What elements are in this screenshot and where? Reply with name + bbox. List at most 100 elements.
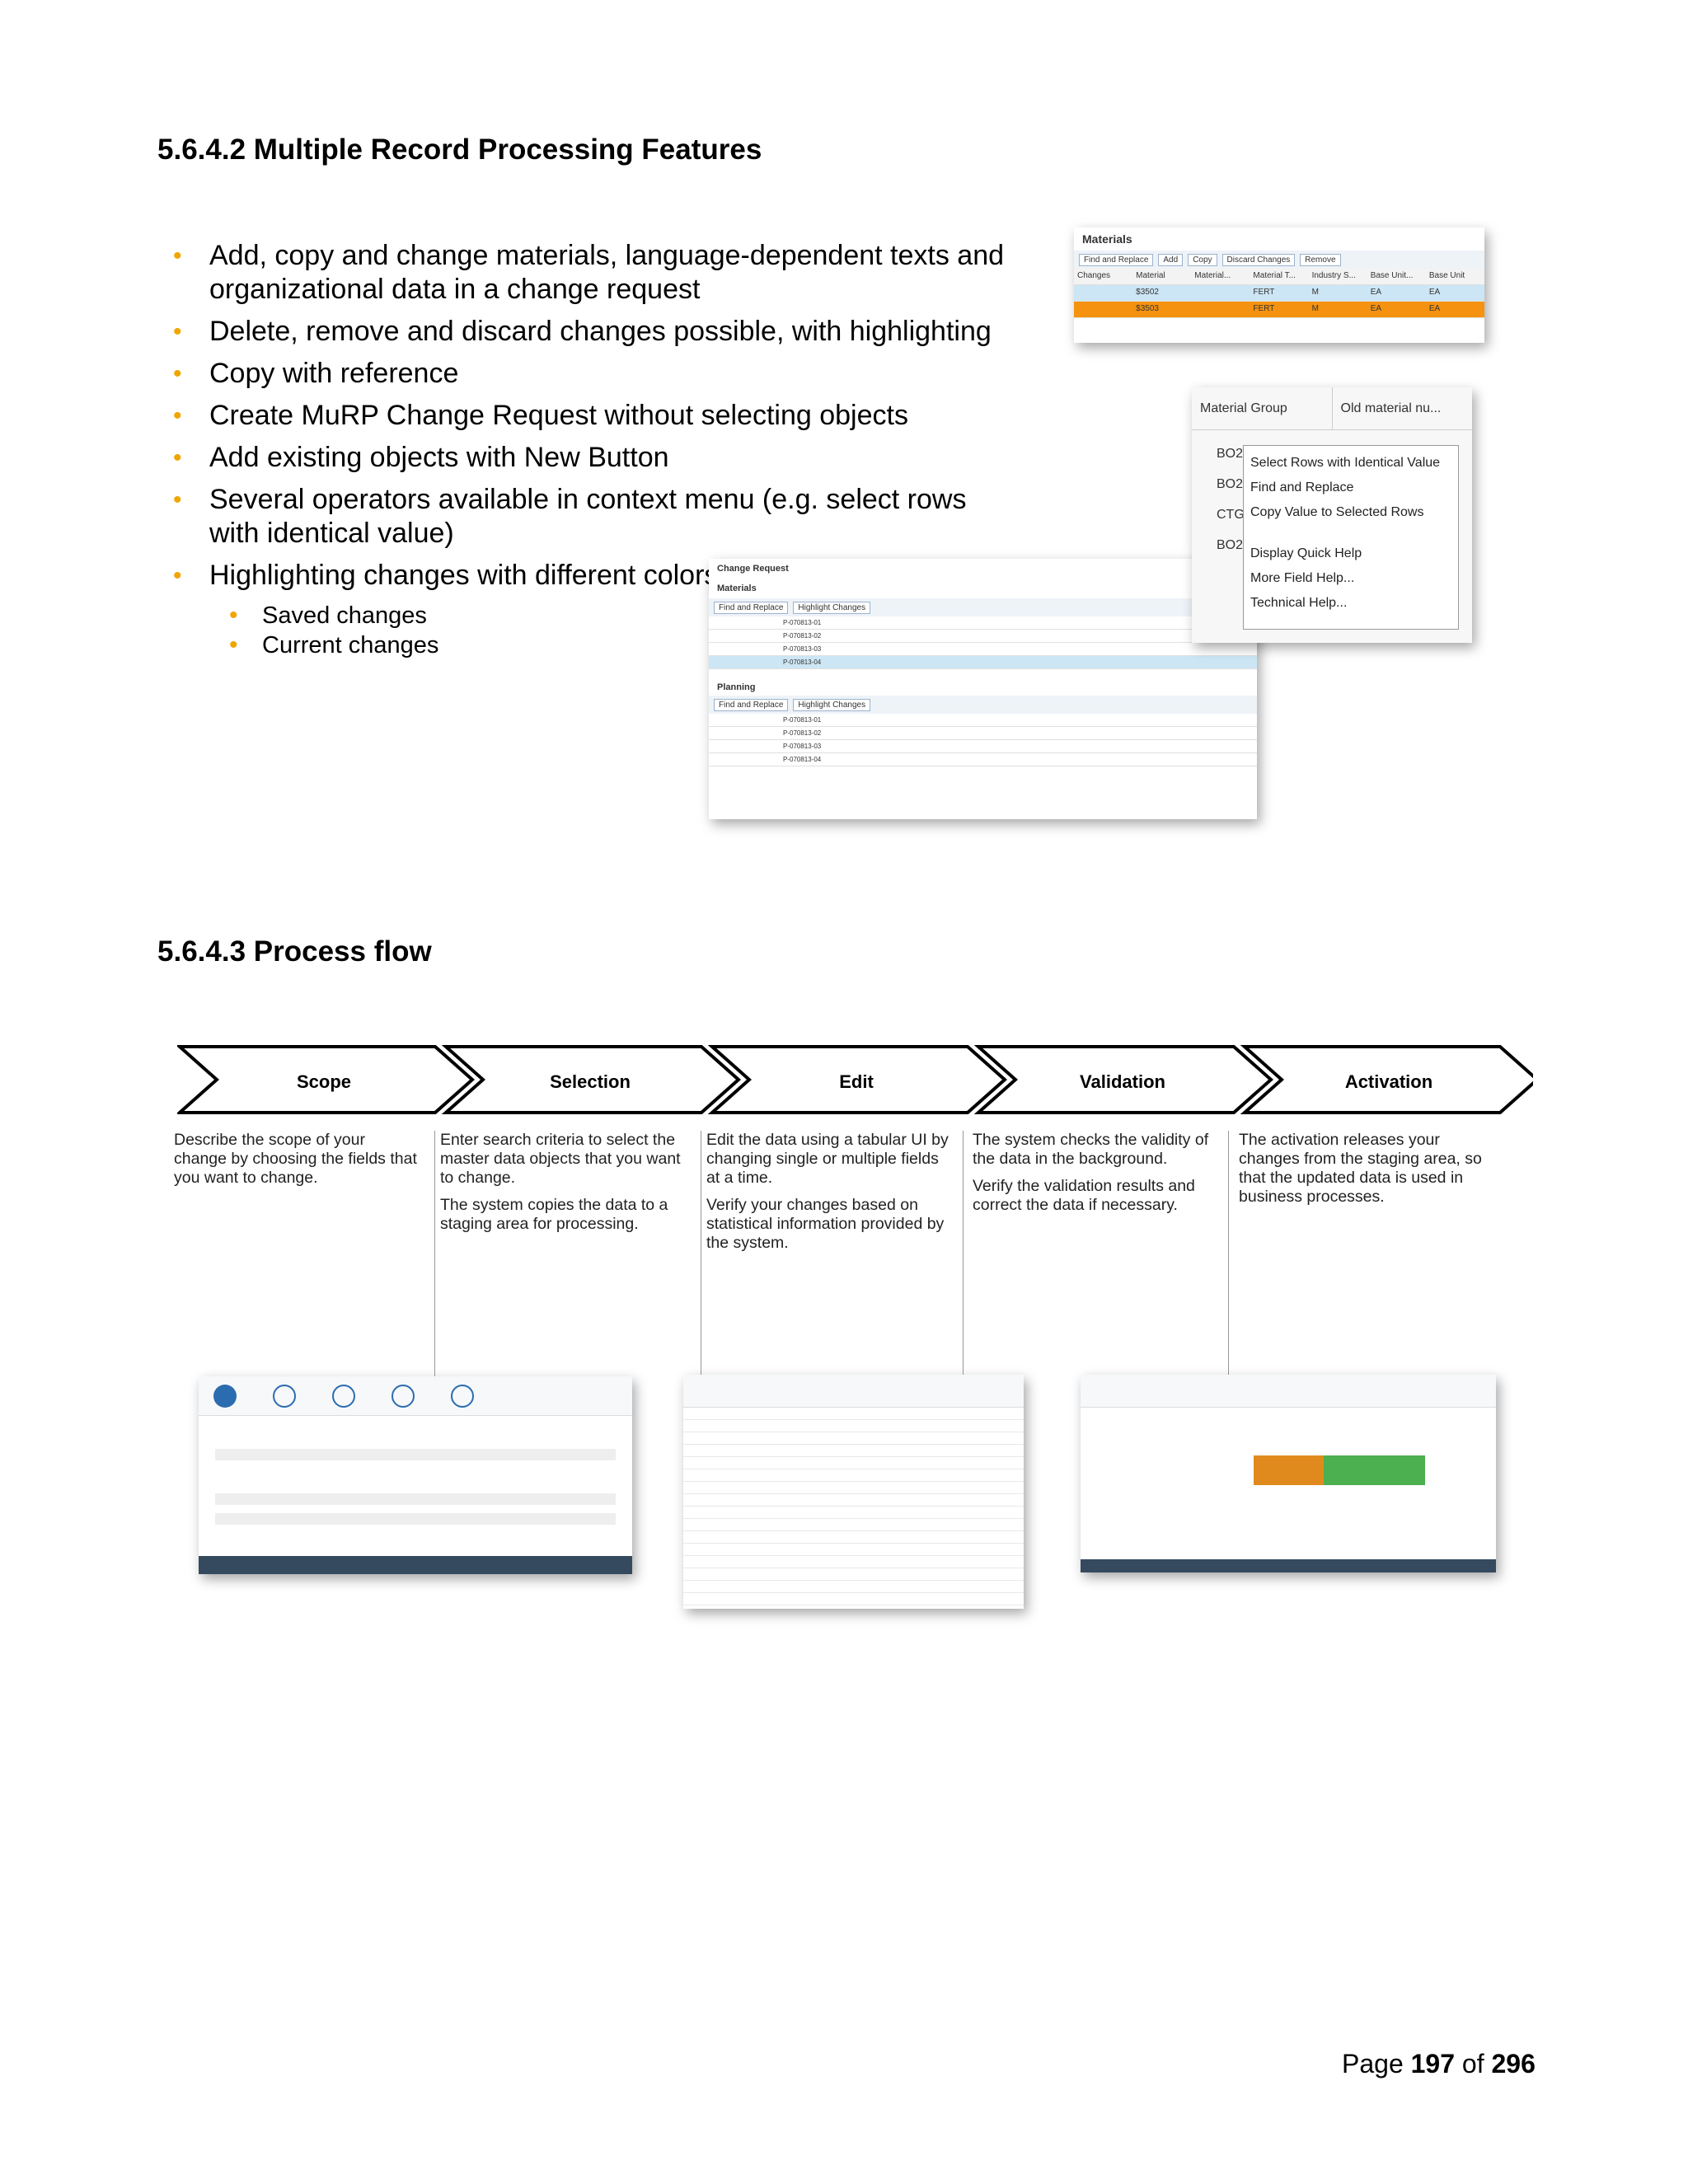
planning-section-title: Planning	[717, 682, 756, 692]
page-number: Page 197 of 296	[1342, 2049, 1536, 2079]
validation-screenshot	[1081, 1375, 1496, 1572]
bullet-item: Copy with reference	[173, 357, 1022, 391]
table-row: P-070813-02	[709, 630, 1257, 643]
table-row: P-070813-02	[709, 727, 1257, 740]
validation-bar-green	[1324, 1455, 1425, 1485]
table-row: P-070813-03	[709, 643, 1257, 656]
section-heading-process-flow: 5.6.4.3 Process flow	[157, 935, 432, 968]
grid-row	[683, 1457, 1024, 1469]
desc-paragraph: Verify your changes based on statistical…	[706, 1196, 945, 1252]
grid-row	[683, 1568, 1024, 1581]
bullet-item: Add, copy and change materials, language…	[173, 239, 1022, 307]
column-header: Industry S...	[1311, 271, 1356, 280]
column-header: Changes	[1077, 271, 1111, 280]
table-cell: M	[1311, 288, 1319, 297]
material-group-column: Material Group	[1200, 401, 1287, 415]
column-header: Material...	[1194, 271, 1231, 280]
step-desc-edit: Edit the data using a tabular UI by chan…	[706, 1131, 954, 1261]
table-row: $3503 FERT M EA EA	[1074, 302, 1484, 318]
table-cell	[1074, 302, 1132, 317]
edit-screenshot	[683, 1375, 1024, 1609]
desc-paragraph: Edit the data using a tabular UI by chan…	[706, 1131, 949, 1187]
divider	[434, 1131, 435, 1378]
table-cell: M	[1311, 304, 1319, 313]
grid-row	[683, 1482, 1024, 1494]
table-cell: FERT	[1253, 288, 1275, 297]
find-replace-button: Find and Replace	[714, 698, 789, 711]
table-cell: EA	[1370, 288, 1382, 297]
step-label-validation: Validation	[1080, 1071, 1165, 1092]
table-cell: $3502	[1136, 288, 1159, 297]
materials-section-title: Materials	[717, 583, 757, 593]
column-header: Material T...	[1253, 271, 1296, 280]
grid-row	[683, 1593, 1024, 1605]
grid-row	[683, 1432, 1024, 1445]
desc-paragraph: Enter search criteria to select the mast…	[440, 1131, 681, 1187]
desc-paragraph: Describe the scope of your change by cho…	[174, 1131, 417, 1187]
bullet-item: Add existing objects with New Button	[173, 441, 1022, 475]
step-desc-scope: Describe the scope of your change by cho…	[174, 1131, 421, 1196]
table-row: P-070813-01	[709, 714, 1257, 727]
material-cell: P-070813-01	[783, 619, 822, 626]
materials-toolbar-2: Find and Replace Highlight Changes	[709, 598, 1257, 616]
context-menu-item: More Field Help...	[1250, 571, 1355, 585]
materials-table-screenshot: Materials Find and Replace Add Copy Discard…	[1074, 227, 1484, 343]
step-circle-icon	[451, 1385, 474, 1408]
step-circle-icon	[273, 1385, 296, 1408]
desc-paragraph: Verify the validation results and correc…	[973, 1177, 1195, 1214]
section-heading-multiple-record: 5.6.4.2 Multiple Record Processing Featu…	[157, 134, 762, 166]
step-label-selection: Selection	[550, 1071, 631, 1092]
material-cell: P-070813-02	[783, 729, 822, 737]
context-menu-item: Find and Replace	[1250, 480, 1354, 494]
planning-rows: P-070813-01 P-070813-02 P-070813-03 P-07081…	[709, 714, 1257, 766]
table-cell: $3503	[1136, 304, 1159, 313]
bullet-item: Create MuRP Change Request without selec…	[173, 399, 1022, 433]
grid-row	[683, 1556, 1024, 1568]
desc-paragraph: The activation releases your changes fro…	[1239, 1131, 1482, 1206]
step-circle-icon	[213, 1385, 237, 1408]
table-row: P-070813-03	[709, 740, 1257, 753]
context-menu-screenshot: Material Group Old material nu... BO2 BO2…	[1192, 387, 1472, 643]
context-menu-item: Technical Help...	[1250, 596, 1348, 610]
change-request-screenshot: Change Request Materials Find and Replac…	[709, 559, 1257, 819]
planning-toolbar: Find and Replace Highlight Changes	[709, 696, 1257, 714]
materials-title: Materials	[1082, 232, 1132, 246]
grid-row	[683, 1544, 1024, 1556]
table-cell	[1191, 285, 1250, 301]
material-cell: P-070813-04	[783, 756, 822, 763]
old-material-column: Old material nu...	[1331, 387, 1473, 429]
step-circle-icon	[332, 1385, 355, 1408]
divider	[963, 1131, 964, 1378]
context-menu-item: Display Quick Help	[1250, 546, 1362, 560]
table-cell	[1191, 302, 1250, 317]
material-cell: P-070813-01	[783, 716, 822, 724]
table-cell: EA	[1370, 304, 1382, 313]
table-cell: EA	[1428, 288, 1441, 297]
find-replace-button: Find and Replace	[714, 601, 789, 614]
grid-row	[683, 1408, 1024, 1420]
highlight-changes-button: Highlight Changes	[793, 698, 871, 711]
grid-row	[683, 1507, 1024, 1519]
step-desc-selection: Enter search criteria to select the mast…	[440, 1131, 687, 1242]
desc-paragraph: The system copies the data to a staging …	[440, 1196, 668, 1233]
change-request-title: Change Request	[717, 564, 789, 574]
edit-grid	[683, 1408, 1024, 1605]
material-group-cell: BO2	[1217, 447, 1244, 461]
materials-rows: P-070813-01 P-070813-02 P-070813-03 P-07081…	[709, 616, 1257, 669]
bullet-item: Delete, remove and discard changes possi…	[173, 315, 1022, 349]
toolbar-button: Add	[1158, 253, 1184, 266]
step-desc-activation: The activation releases your changes fro…	[1239, 1131, 1486, 1215]
material-group-cell: CTG	[1217, 508, 1245, 522]
highlight-changes-button: Highlight Changes	[793, 601, 871, 614]
desc-paragraph: The system checks the validity of the da…	[973, 1131, 1209, 1168]
material-cell: P-070813-03	[783, 645, 822, 653]
grid-row	[683, 1531, 1024, 1544]
materials-toolbar: Find and Replace Add Copy Discard Changes Re…	[1074, 251, 1484, 269]
toolbar-button: Discard Changes	[1221, 253, 1296, 266]
material-cell: P-070813-02	[783, 632, 822, 640]
material-cell: P-070813-03	[783, 743, 822, 750]
context-menu-item: Select Rows with Identical Value	[1250, 456, 1441, 470]
toolbar-button: Remove	[1300, 253, 1341, 266]
footer-bar	[199, 1556, 632, 1574]
grid-row	[683, 1581, 1024, 1593]
